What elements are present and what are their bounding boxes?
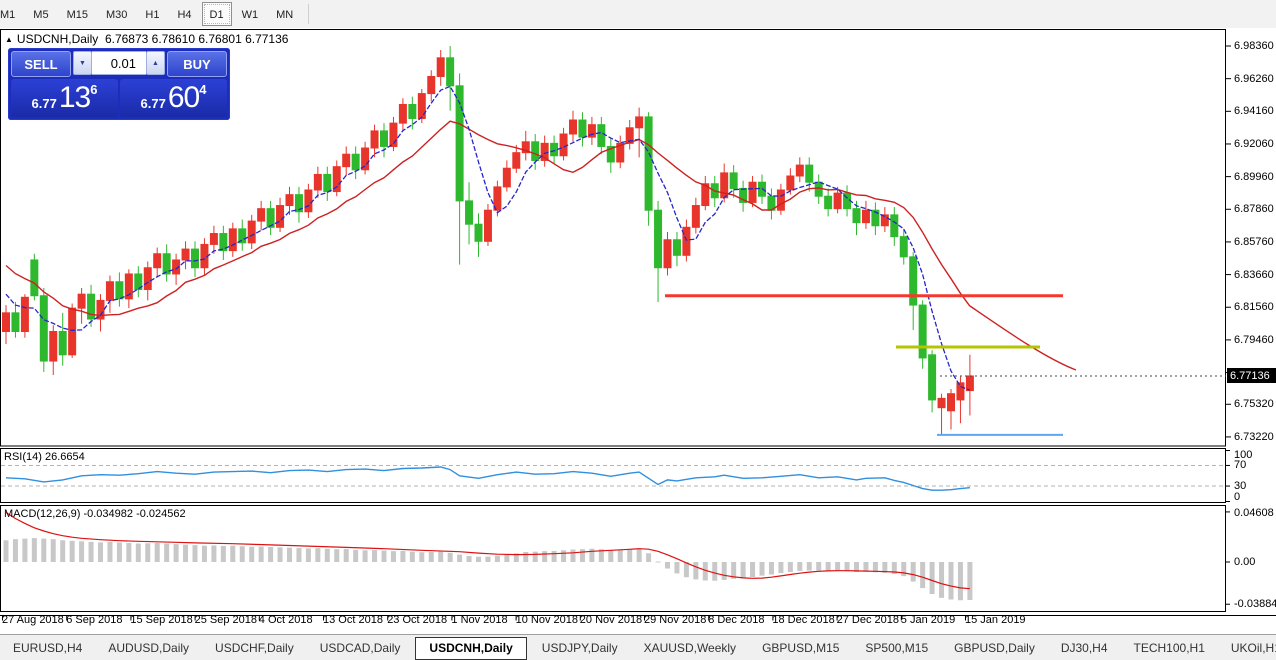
date-axis-label: 20 Nov 2018 <box>580 614 642 626</box>
buy-price-button[interactable]: 6.77 60 4 <box>120 79 227 117</box>
macd-scale-label: -0.038842 <box>1234 598 1276 610</box>
rsi-scale-label: 70 <box>1234 459 1246 471</box>
tf-button-w1[interactable]: W1 <box>234 2 267 26</box>
moving-averages <box>6 86 1076 390</box>
price-axis-label: 6.75320 <box>1234 398 1274 410</box>
price-axis-label: 6.79460 <box>1234 334 1274 346</box>
toolbar-separator <box>308 4 309 24</box>
tab-item-gbpusd-m15[interactable]: GBPUSD,M15 <box>749 636 852 660</box>
level-lines <box>665 296 1226 435</box>
tab-item-tech100-h1[interactable]: TECH100,H1 <box>1121 636 1218 660</box>
axis-ticks <box>3 46 1232 621</box>
price-axis-label: 6.96260 <box>1234 73 1274 85</box>
macd-signal-line <box>6 513 970 589</box>
tf-button-h1[interactable]: H1 <box>137 2 167 26</box>
chart-tabbar: EURUSD,H4AUDUSD,DailyUSDCHF,DailyUSDCAD,… <box>0 634 1276 660</box>
trade-panel: SELL ▼ 0.01 ▲ BUY 6.77 13 6 6.77 60 4 <box>8 48 230 120</box>
date-axis-label: 5 Jan 2019 <box>901 614 955 626</box>
symbol-title: ▲ USDCNH,Daily 6.76873 6.78610 6.76801 6.… <box>5 32 288 46</box>
buy-price-big: 60 <box>168 81 199 115</box>
sell-price-big: 13 <box>59 81 90 115</box>
date-axis-label: 15 Sep 2018 <box>130 614 192 626</box>
price-axis-label: 6.94160 <box>1234 105 1274 117</box>
tab-item-usdchf-daily[interactable]: USDCHF,Daily <box>202 636 307 660</box>
date-axis-label: 25 Sep 2018 <box>195 614 257 626</box>
date-axis-label: 13 Oct 2018 <box>323 614 383 626</box>
tf-button-m1[interactable]: M1 <box>0 2 23 26</box>
volume-decrement-button[interactable]: ▼ <box>73 51 92 75</box>
buy-price-sup: 4 <box>199 79 206 97</box>
date-axis-label: 8 Dec 2018 <box>708 614 764 626</box>
price-axis-label: 6.87860 <box>1234 203 1274 215</box>
date-axis-label: 15 Jan 2019 <box>965 614 1026 626</box>
buy-price-small: 6.77 <box>141 96 166 117</box>
rsi-line <box>6 467 970 490</box>
tab-item-dj30-h4[interactable]: DJ30,H4 <box>1048 636 1121 660</box>
price-axis-label: 6.85760 <box>1234 236 1274 248</box>
triangle-up-icon: ▲ <box>152 60 159 67</box>
macd-scale-label: 0.04608 <box>1234 507 1274 519</box>
date-axis-label: 4 Oct 2018 <box>259 614 313 626</box>
rsi-scale-label: 0 <box>1234 491 1240 503</box>
date-axis-label: 6 Sep 2018 <box>66 614 122 626</box>
macd-indicator-label: MACD(12,26,9) -0.034982 -0.024562 <box>4 508 186 520</box>
volume-stepper: ▼ 0.01 ▲ <box>73 51 165 75</box>
volume-input[interactable]: 0.01 <box>92 51 146 75</box>
macd-histogram <box>4 538 973 600</box>
buy-button[interactable]: BUY <box>167 51 227 77</box>
tf-button-m5[interactable]: M5 <box>25 2 56 26</box>
tf-button-m15[interactable]: M15 <box>59 2 96 26</box>
tab-item-eurusd-h4[interactable]: EURUSD,H4 <box>0 636 95 660</box>
symbol-name: USDCNH,Daily <box>17 32 98 46</box>
tf-button-h4[interactable]: H4 <box>169 2 199 26</box>
tab-item-audusd-daily[interactable]: AUDUSD,Daily <box>95 636 202 660</box>
mt4-window: M1M5M15M30H1H4D1W1MN ▲ USDCNH,Daily 6.768… <box>0 0 1276 660</box>
macd-scale-label: 0.00 <box>1234 556 1255 568</box>
symbol-ohlc: 6.76873 6.78610 6.76801 6.77136 <box>105 32 289 46</box>
tf-button-m30[interactable]: M30 <box>98 2 135 26</box>
tab-item-usdjpy-daily[interactable]: USDJPY,Daily <box>529 636 631 660</box>
date-axis-label: 27 Aug 2018 <box>2 614 64 626</box>
date-axis-label: 23 Oct 2018 <box>387 614 447 626</box>
sell-price-small: 6.77 <box>32 96 57 117</box>
date-axis-label: 27 Dec 2018 <box>837 614 899 626</box>
sell-price-sup: 6 <box>90 79 97 97</box>
price-axis-label: 6.92060 <box>1234 138 1274 150</box>
sell-price-button[interactable]: 6.77 13 6 <box>11 79 118 117</box>
sell-button[interactable]: SELL <box>11 51 71 77</box>
chart-region: ▲ USDCNH,Daily 6.76873 6.78610 6.76801 6.… <box>0 28 1276 634</box>
tab-item-sp500-m15[interactable]: SP500,M15 <box>852 636 941 660</box>
date-axis-label: 18 Dec 2018 <box>772 614 834 626</box>
rsi-indicator-label: RSI(14) 26.6654 <box>4 451 85 463</box>
current-price-badge: 6.77136 <box>1227 368 1276 383</box>
tab-item-usdcnh-daily[interactable]: USDCNH,Daily <box>415 637 526 660</box>
tf-button-d1[interactable]: D1 <box>202 2 232 26</box>
tab-item-gbpusd-daily[interactable]: GBPUSD,Daily <box>941 636 1048 660</box>
date-axis-label: 10 Nov 2018 <box>516 614 578 626</box>
date-axis-label: 1 Nov 2018 <box>451 614 507 626</box>
triangle-up-icon: ▲ <box>5 35 13 44</box>
tab-item-ukoil-h1[interactable]: UKOil,H1 <box>1218 636 1276 660</box>
tab-item-xauusd-weekly[interactable]: XAUUSD,Weekly <box>631 636 749 660</box>
triangle-down-icon: ▼ <box>79 60 86 67</box>
tab-item-usdcad-daily[interactable]: USDCAD,Daily <box>307 636 414 660</box>
price-axis-label: 6.98360 <box>1234 40 1274 52</box>
price-axis-label: 6.83660 <box>1234 269 1274 281</box>
price-axis-label: 6.73220 <box>1234 431 1274 443</box>
date-axis-label: 29 Nov 2018 <box>644 614 706 626</box>
volume-increment-button[interactable]: ▲ <box>146 51 165 75</box>
tf-button-mn[interactable]: MN <box>268 2 301 26</box>
price-axis-label: 6.89960 <box>1234 171 1274 183</box>
timeframe-toolbar: M1M5M15M30H1H4D1W1MN <box>0 0 1276 29</box>
price-axis-label: 6.81560 <box>1234 301 1274 313</box>
